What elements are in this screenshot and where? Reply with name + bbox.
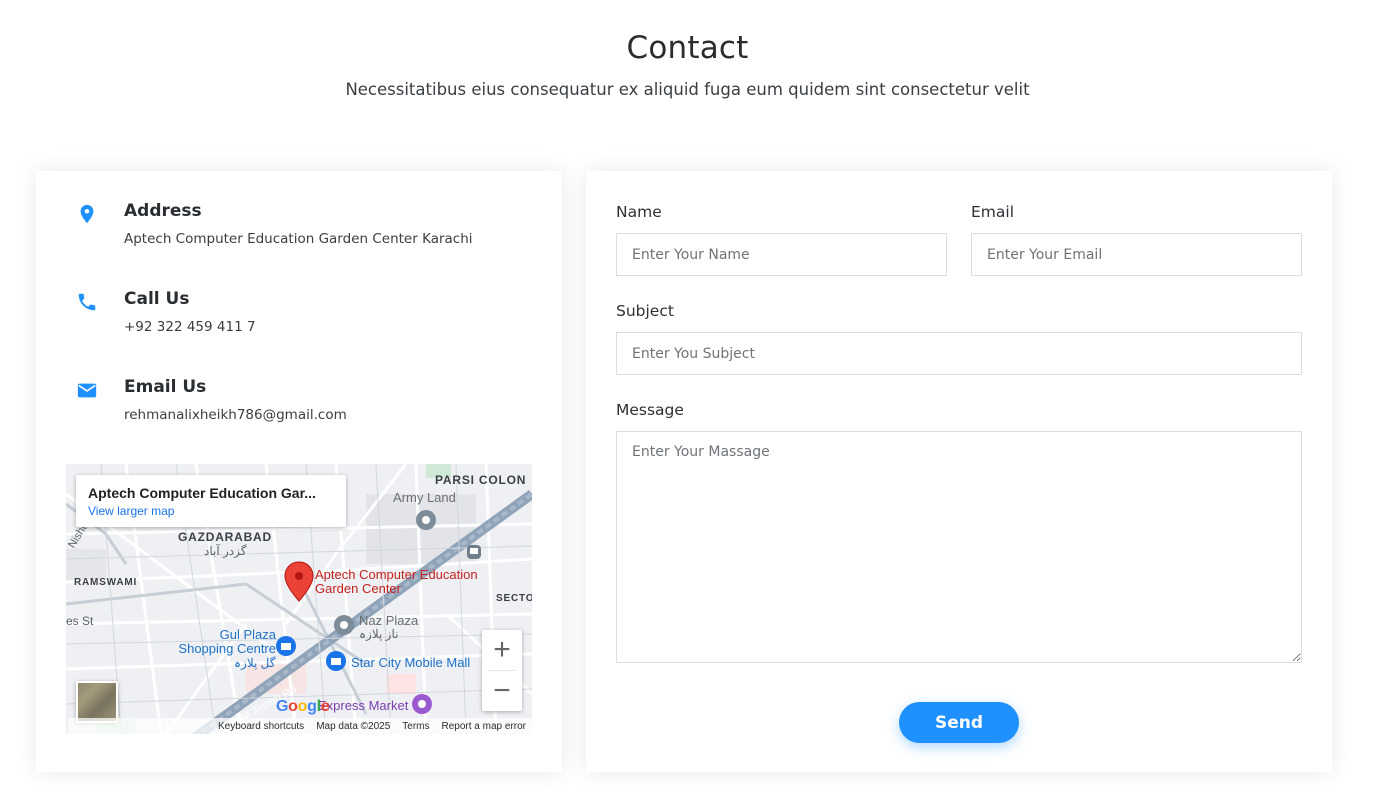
send-button[interactable]: Send [899,702,1019,743]
contact-info-card: Address Aptech Computer Education Garden… [36,171,562,772]
map-label-parsi-colony: PARSI COLON [435,473,527,487]
envelope-icon [77,383,97,398]
map-marker-icon [80,204,94,224]
email-title: Email Us [124,377,207,397]
email-text: rehmanalixheikh786@gmail.com [124,407,347,423]
call-text: +92 322 459 411 7 [124,319,256,335]
embedded-map[interactable]: PARSI COLON Army Land GAZDARABAD گزدر آب… [66,464,532,734]
name-field[interactable] [616,233,947,276]
map-place-name: Aptech Computer Education Gar... [88,485,316,501]
map-label-gazdarabad: GAZDARABAD [178,530,272,544]
contact-form-card: Name Email Subject Message Send [586,171,1332,772]
zoom-in-button[interactable]: + [482,630,522,670]
address-title: Address [124,201,202,221]
map-label-gazdarabad-urdu: گزدر آباد [204,544,247,558]
message-field[interactable] [616,431,1302,663]
terms-link[interactable]: Terms [402,721,429,732]
name-label: Name [616,203,662,221]
map-label-army-land: Army Land [393,490,456,505]
map-label-ramswami: RAMSWAMI [74,577,138,588]
view-larger-map-link[interactable]: View larger map [88,504,174,518]
map-label-express-market: Express Market [318,698,409,713]
map-label-gul-plaza: Gul Plaza Shopping Centre [178,627,276,656]
map-label-naz-plaza-urdu: ناز پلازہ [359,627,399,641]
address-text: Aptech Computer Education Garden Center … [124,231,473,247]
map-data-text: Map data ©2025 [316,720,391,732]
map-label-es-st: es St [66,614,94,628]
zoom-out-button[interactable]: − [482,671,522,711]
map-label-gul-plaza-urdu: گل پلازہ [234,656,276,670]
map-label-star-city: Star City Mobile Mall [351,655,471,670]
email-field[interactable] [971,233,1302,276]
satellite-toggle-button[interactable] [76,681,118,723]
google-logo: Google [276,698,330,715]
map-place-card: Aptech Computer Education Gar... View la… [76,475,346,527]
map-label-pin: Aptech Computer Education Garden Center [315,567,478,596]
message-label: Message [616,401,684,419]
report-map-error-link[interactable]: Report a map error [442,721,526,732]
map-label-naz-plaza: Naz Plaza [359,613,419,628]
phone-icon [78,293,96,311]
subject-label: Subject [616,302,674,320]
page-subtitle: Necessitatibus eius consequatur ex aliqu… [345,80,1030,99]
map-label-sector: SECTO [496,593,532,604]
subject-field[interactable] [616,332,1302,375]
keyboard-shortcuts-link[interactable]: Keyboard shortcuts [218,721,304,732]
map-zoom-control: + − [482,630,522,711]
email-label: Email [971,203,1015,221]
page-title: Contact [626,30,749,66]
call-title: Call Us [124,289,190,309]
map-attribution-bar: Keyboard shortcuts Map data ©2025 Terms … [68,718,532,734]
